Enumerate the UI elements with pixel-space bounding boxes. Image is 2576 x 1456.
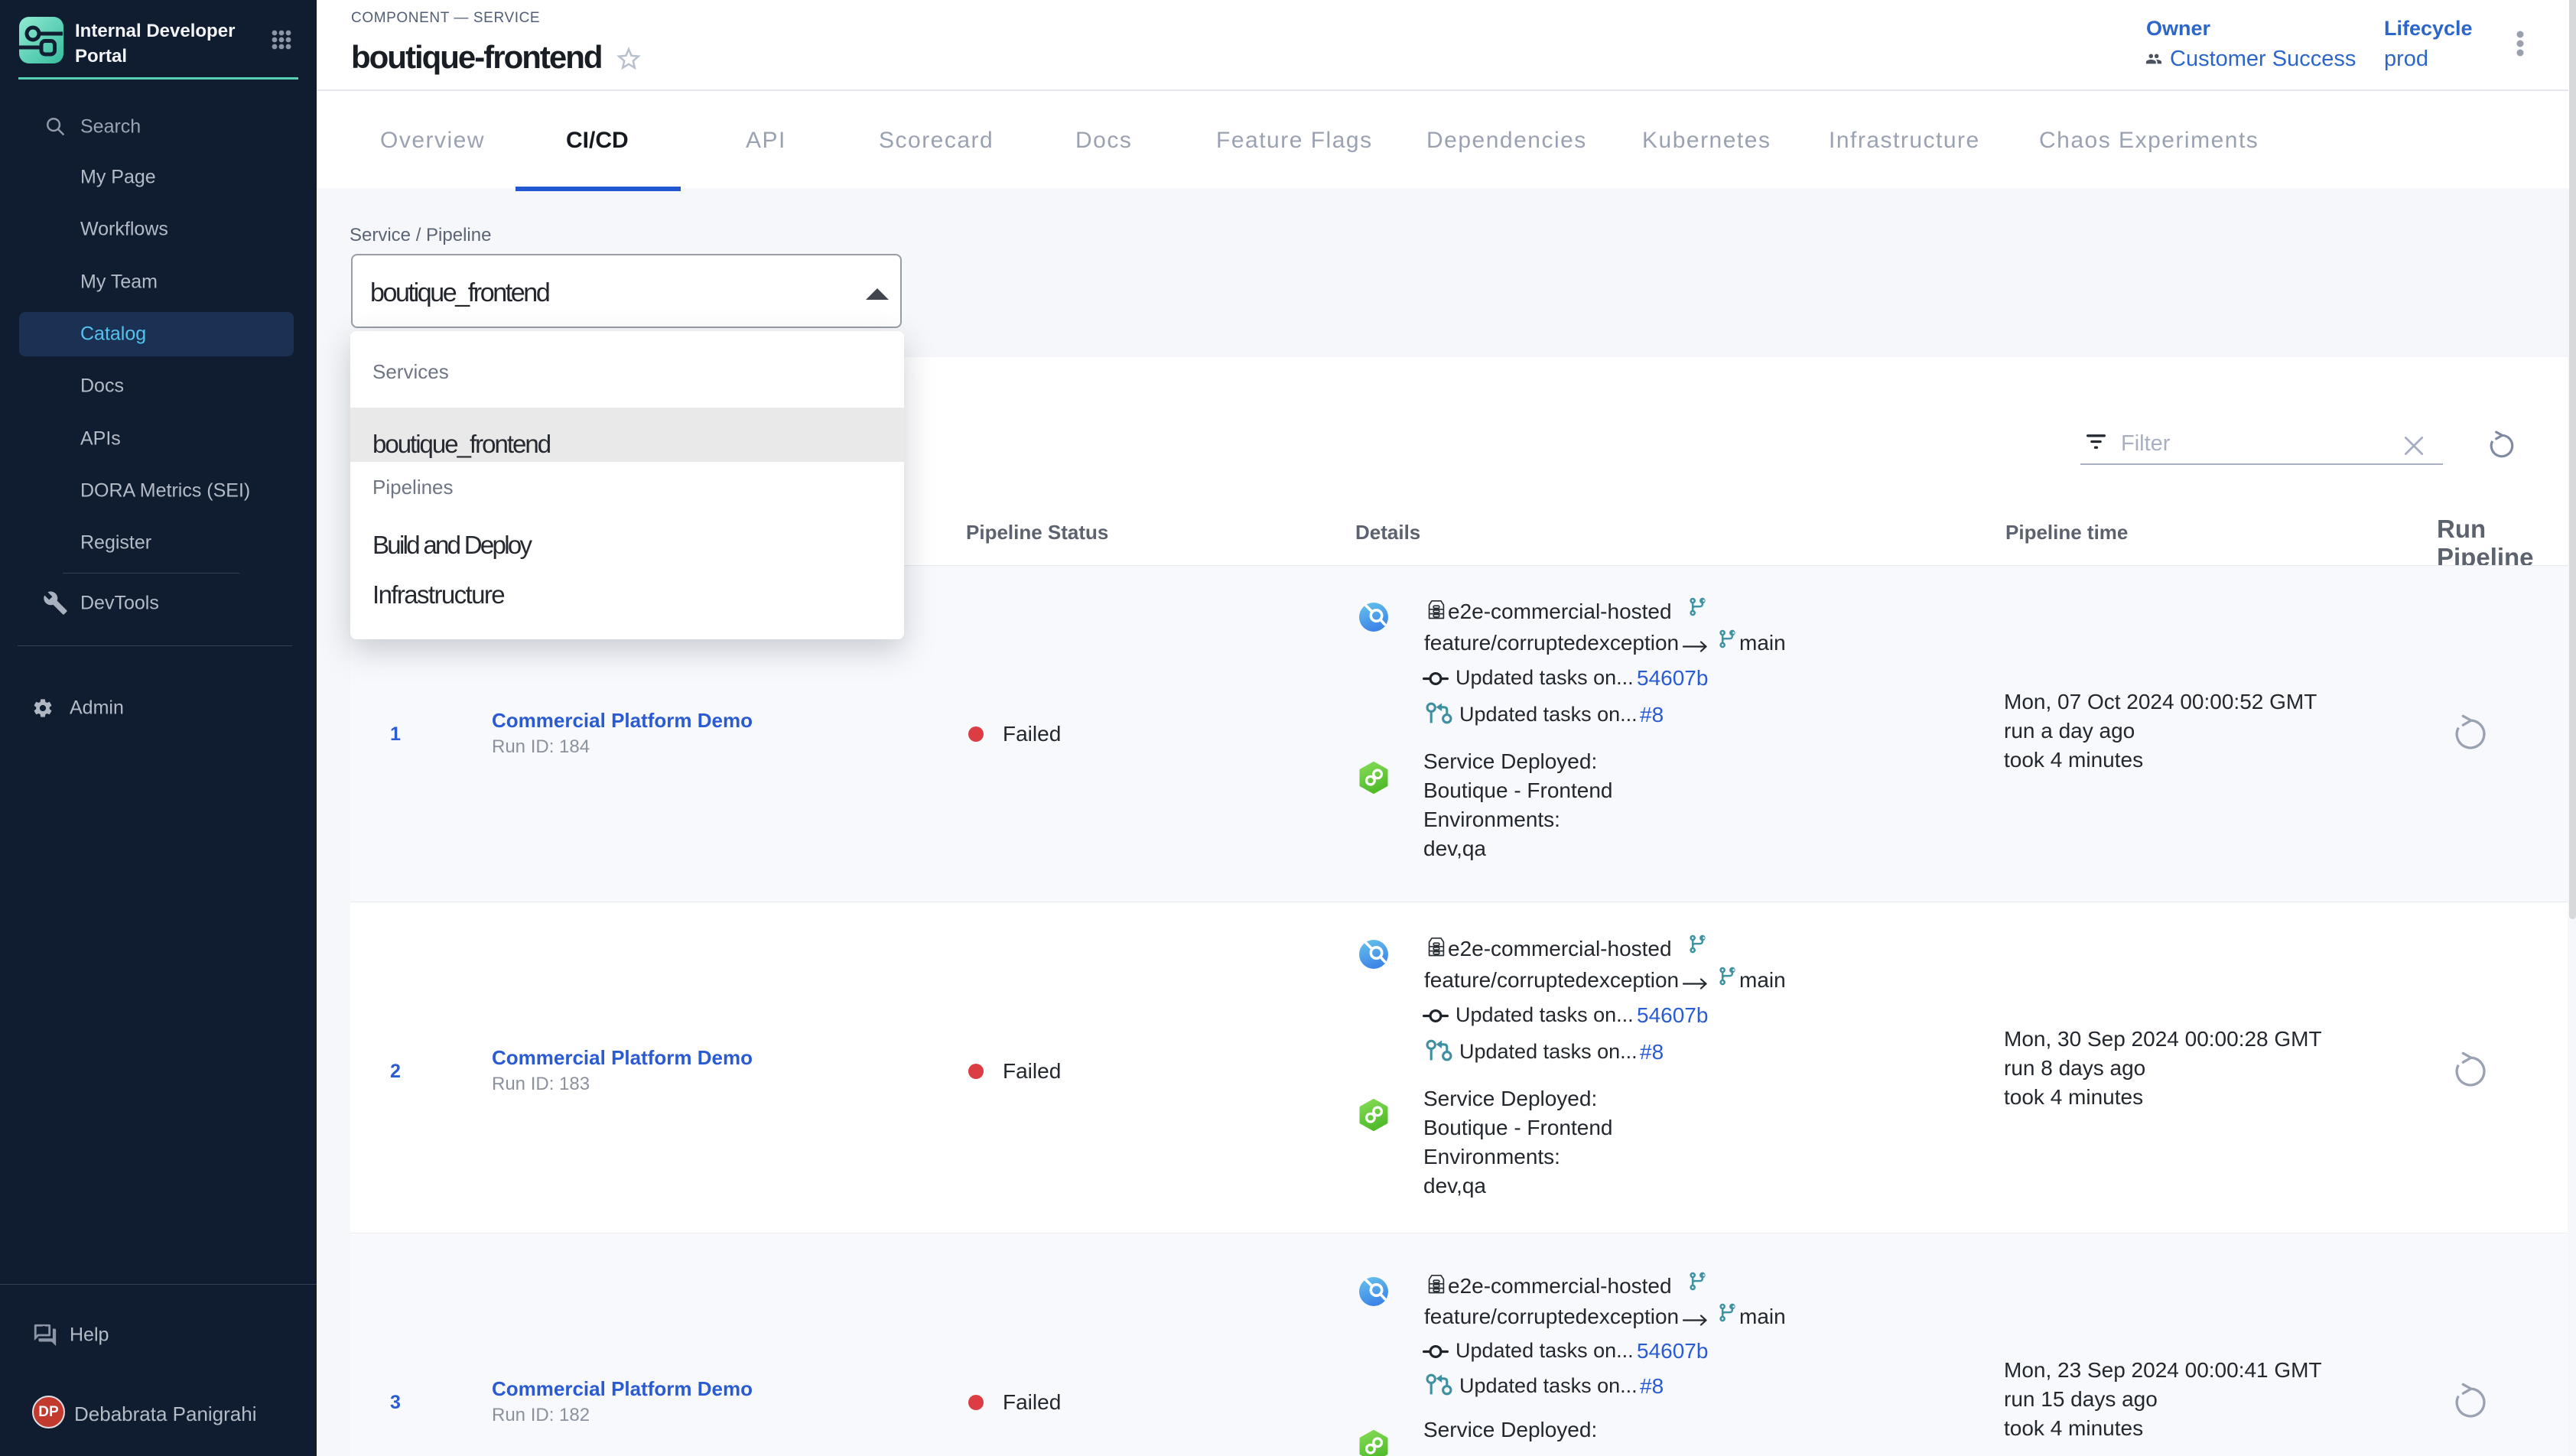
svg-text:?: ? [41,1324,47,1335]
